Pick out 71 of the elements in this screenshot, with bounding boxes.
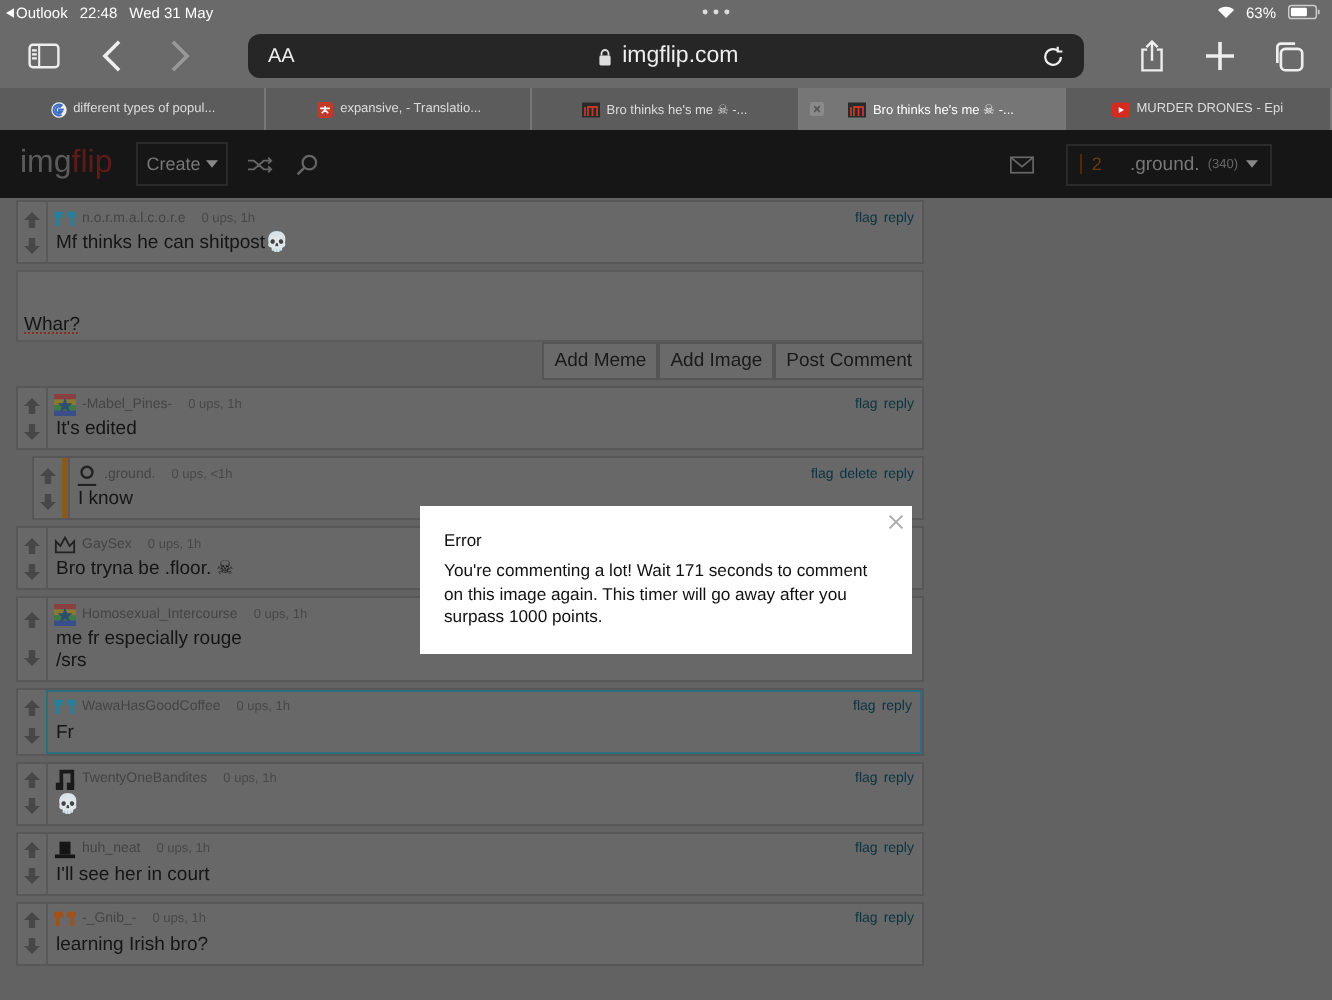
comment-form-button[interactable]: Post Comment <box>774 342 924 380</box>
downvote-arrow-icon[interactable] <box>24 727 40 744</box>
comment-input-field[interactable]: Whar? <box>16 270 924 342</box>
upvote-arrow-icon[interactable] <box>24 912 40 929</box>
avatar-icon <box>54 393 76 415</box>
shuffle-icon[interactable] <box>248 153 275 175</box>
upvote-arrow-icon[interactable] <box>24 699 40 716</box>
wifi-icon <box>1217 6 1234 18</box>
im-favicon-icon <box>582 101 601 117</box>
play-logo-icon <box>1112 101 1131 117</box>
crown-avatar-icon <box>54 533 76 555</box>
downvote-arrow-icon[interactable] <box>24 938 40 955</box>
search-icon[interactable] <box>294 153 321 175</box>
tabs-overview-icon[interactable] <box>1272 40 1304 72</box>
sidebar-icon[interactable] <box>28 40 60 72</box>
battery-icon <box>1288 4 1320 20</box>
address-bar[interactable]: AA imgflip.com <box>248 34 1084 78</box>
pixel-avatar-icon <box>54 696 76 719</box>
downvote-arrow-icon[interactable] <box>24 868 40 885</box>
comment-form-button[interactable]: Add Meme <box>542 342 659 380</box>
comment-text: Fr <box>56 723 74 746</box>
downvote-arrow-icon[interactable] <box>40 493 56 509</box>
more-dots-icon[interactable] <box>701 8 730 16</box>
lock-icon <box>598 47 613 65</box>
comment-text: learning Irish bro? <box>56 935 209 958</box>
dialog-title: Error <box>444 530 484 550</box>
upvote-arrow-icon[interactable] <box>24 397 40 413</box>
im-favicon-icon <box>848 101 867 117</box>
downvote-arrow-icon[interactable] <box>24 237 40 253</box>
comment-form-button[interactable]: Add Image <box>658 342 775 380</box>
upvote-arrow-icon[interactable] <box>24 211 40 227</box>
upvote-arrow-icon[interactable] <box>24 612 40 629</box>
close-icon[interactable] <box>888 514 904 530</box>
reload-icon[interactable] <box>1042 45 1064 67</box>
upvote-arrow-icon[interactable] <box>40 467 56 483</box>
downvote-arrow-icon[interactable] <box>24 649 40 666</box>
comment-text: It's edited <box>56 420 137 442</box>
comment-text: I know <box>78 490 133 512</box>
downvote-arrow-icon[interactable] <box>24 563 40 579</box>
google-g-icon <box>49 101 68 117</box>
downvote-arrow-icon[interactable] <box>24 798 40 815</box>
avatar-icon <box>54 603 76 625</box>
music-note-avatar-icon <box>54 768 76 791</box>
pixel-avatar-icon <box>54 908 76 931</box>
caret-icon <box>1246 160 1258 168</box>
downvote-arrow-icon[interactable] <box>24 423 40 439</box>
dialog-message: You're commenting a lot! Wait 171 seconds to comment on this image again. This timer will go away after you surpass 1000 points. <box>444 560 870 630</box>
url-text: imgflip.com <box>622 44 739 68</box>
comment-text: I'll see her in court <box>56 865 210 888</box>
close-tab-icon[interactable] <box>809 102 824 116</box>
site-logo[interactable]: imgflip <box>20 146 113 182</box>
back-triangle-icon <box>6 7 14 17</box>
caret-icon <box>206 160 219 168</box>
comment-text: me fr especially rouge /srs <box>56 630 242 674</box>
upvote-arrow-icon[interactable] <box>24 842 40 859</box>
upvote-arrow-icon[interactable] <box>24 772 40 789</box>
reader-text-size-button[interactable]: AA <box>268 45 295 67</box>
notification-count[interactable]: 2 <box>1079 154 1122 174</box>
comment-text: Mf thinks he can shitpost💀 <box>56 234 290 256</box>
hat-avatar-icon <box>54 838 76 861</box>
own-comment-bar <box>62 458 68 518</box>
nav-username: .ground. <box>1129 153 1200 175</box>
new-tab-plus-icon[interactable] <box>1204 40 1236 72</box>
create-dropdown[interactable]: Create <box>136 142 229 186</box>
upvote-arrow-icon[interactable] <box>24 537 40 553</box>
share-icon[interactable] <box>1136 40 1168 72</box>
translate-icon <box>316 101 335 117</box>
pixel-avatar-icon <box>54 207 76 229</box>
person-avatar-icon <box>76 463 98 485</box>
comment-text: Bro tryna be .floor. ☠ <box>56 560 234 582</box>
mail-icon[interactable] <box>1009 155 1034 173</box>
